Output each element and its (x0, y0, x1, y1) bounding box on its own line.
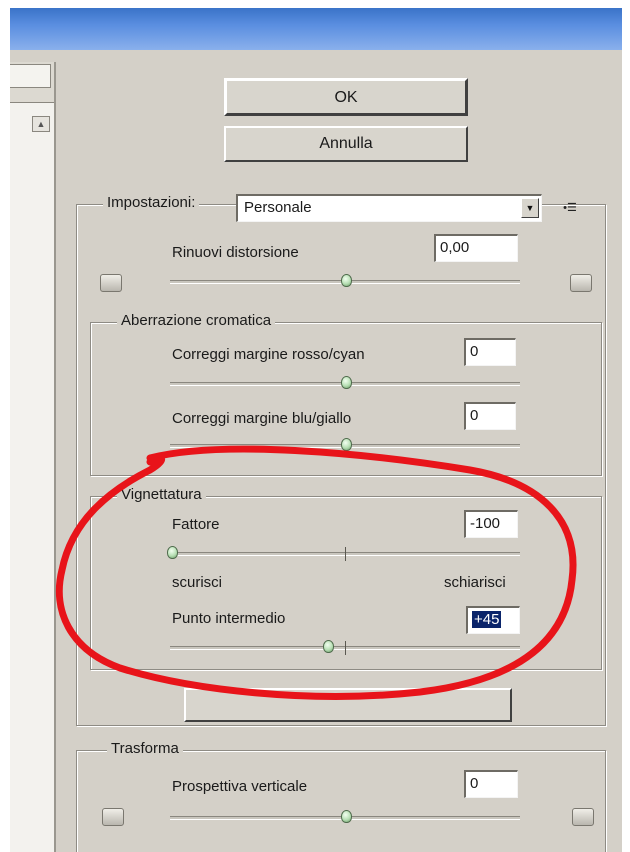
darken-label: scurisci (172, 574, 223, 591)
red-cyan-slider-thumb[interactable] (341, 376, 352, 389)
red-cyan-field[interactable]: 0 (464, 338, 516, 366)
vertical-perspective-label: Prospettiva verticale (172, 778, 308, 795)
chromatic-aberration-title: Aberrazione cromatica (117, 312, 276, 329)
distortion-slider-thumb[interactable] (341, 274, 352, 287)
vignette-midpoint-label: Punto intermedio (172, 610, 286, 627)
blue-yellow-field[interactable]: 0 (464, 402, 516, 430)
vertical-perspective-slider-thumb[interactable] (341, 810, 352, 823)
vignette-group: Vignettatura (90, 486, 602, 670)
preview-area[interactable] (10, 102, 54, 852)
barrel-icon (570, 274, 592, 292)
flyout-menu-icon[interactable]: •☰ (558, 200, 582, 216)
distortion-label: Rinuovi distorsione (172, 244, 299, 261)
cancel-button[interactable]: Annulla (224, 126, 468, 162)
pincushion-icon (100, 274, 122, 292)
transform-group: Trasforma (76, 740, 606, 852)
vignette-amount-center-tick (345, 547, 346, 561)
settings-preset-select[interactable]: Personale ▼ (236, 194, 542, 222)
settings-preset-value: Personale (244, 199, 312, 216)
vignette-amount-slider-thumb[interactable] (167, 546, 178, 559)
distortion-field[interactable]: 0,00 (434, 234, 518, 262)
settings-label: Impostazioni: (103, 194, 200, 211)
perspective-bottom-icon (572, 808, 594, 826)
perspective-top-icon (102, 808, 124, 826)
dropdown-arrow-icon[interactable]: ▼ (521, 198, 539, 218)
window-titlebar[interactable] (10, 8, 622, 50)
vignette-title: Vignettatura (117, 486, 206, 503)
vignette-midpoint-slider-thumb[interactable] (323, 640, 334, 653)
lighten-label: schiarisci (444, 574, 506, 591)
vignette-amount-field[interactable]: -100 (464, 510, 518, 538)
lens-correction-dialog: ▲ OK Annulla Impostazioni: Personale ▼ •… (10, 8, 622, 852)
preview-zoom-field[interactable] (10, 64, 51, 88)
vignette-midpoint-field[interactable]: +45 (466, 606, 520, 634)
vignette-midpoint-center-tick (345, 641, 346, 655)
ok-button[interactable]: OK (224, 78, 468, 116)
vertical-perspective-field[interactable]: 0 (464, 770, 518, 798)
scroll-up-arrow-icon[interactable]: ▲ (32, 116, 50, 132)
vignette-amount-label: Fattore (172, 516, 220, 533)
vignette-midpoint-value: +45 (472, 611, 502, 628)
set-lens-default-button[interactable] (184, 688, 512, 722)
blue-yellow-label: Correggi margine blu/giallo (172, 410, 352, 427)
red-cyan-label: Correggi margine rosso/cyan (172, 346, 365, 363)
blue-yellow-slider-thumb[interactable] (341, 438, 352, 451)
transform-title: Trasforma (107, 740, 183, 757)
